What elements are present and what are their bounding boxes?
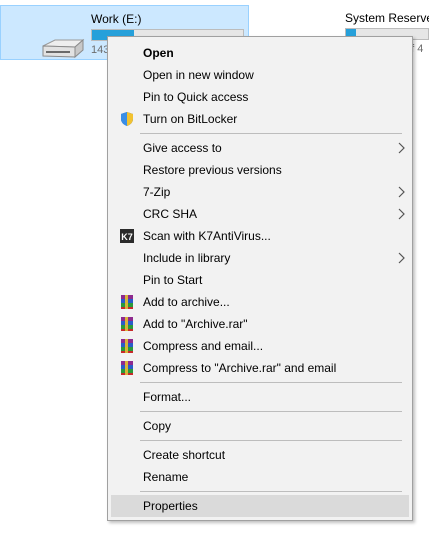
- menu-item-give-access-to[interactable]: Give access to: [111, 137, 409, 159]
- chevron-right-icon: [398, 186, 405, 198]
- menu-item-label: Restore previous versions: [143, 163, 282, 177]
- menu-item-label: Add to archive...: [143, 295, 230, 309]
- menu-item-label: Open: [143, 46, 174, 60]
- menu-item-7zip[interactable]: 7-Zip: [111, 181, 409, 203]
- menu-separator: [140, 491, 402, 492]
- menu-item-turn-on-bitlocker[interactable]: Turn on BitLocker: [111, 108, 409, 130]
- menu-item-include-in-library[interactable]: Include in library: [111, 247, 409, 269]
- chevron-right-icon: [398, 208, 405, 220]
- menu-item-label: Add to "Archive.rar": [143, 317, 248, 331]
- menu-item-compress-and-email[interactable]: Compress and email...: [111, 335, 409, 357]
- menu-item-label: Scan with K7AntiVirus...: [143, 229, 271, 243]
- menu-separator: [140, 411, 402, 412]
- menu-separator: [140, 133, 402, 134]
- k7-icon: K7: [120, 229, 134, 243]
- winrar-icon: [121, 295, 133, 309]
- menu-item-pin-to-start[interactable]: Pin to Start: [111, 269, 409, 291]
- menu-item-open-new-window[interactable]: Open in new window: [111, 64, 409, 86]
- chevron-right-icon: [398, 252, 405, 264]
- uac-shield-icon: [121, 112, 133, 126]
- menu-item-pin-quick-access[interactable]: Pin to Quick access: [111, 86, 409, 108]
- menu-item-add-to-archive-rar[interactable]: Add to "Archive.rar": [111, 313, 409, 335]
- drive-name: Work (E:): [91, 12, 142, 26]
- menu-item-copy[interactable]: Copy: [111, 415, 409, 437]
- menu-separator: [140, 440, 402, 441]
- menu-item-rename[interactable]: Rename: [111, 466, 409, 488]
- winrar-icon: [121, 339, 133, 353]
- menu-item-label: Properties: [143, 499, 198, 513]
- menu-item-open[interactable]: Open: [111, 42, 409, 64]
- menu-item-label: Rename: [143, 470, 189, 484]
- menu-item-compress-to-archive-rar-email[interactable]: Compress to "Archive.rar" and email: [111, 357, 409, 379]
- chevron-right-icon: [398, 142, 405, 154]
- menu-item-label: Compress to "Archive.rar" and email: [143, 361, 337, 375]
- menu-item-label: Turn on BitLocker: [143, 112, 238, 126]
- menu-item-label: Pin to Quick access: [143, 90, 249, 104]
- winrar-icon: [121, 317, 133, 331]
- menu-item-add-to-archive[interactable]: Add to archive...: [111, 291, 409, 313]
- menu-item-label: CRC SHA: [143, 207, 198, 221]
- menu-item-format[interactable]: Format...: [111, 386, 409, 408]
- menu-item-label: Create shortcut: [143, 448, 226, 462]
- menu-item-crc-sha[interactable]: CRC SHA: [111, 203, 409, 225]
- drive-name: System Reserved: [345, 11, 429, 25]
- menu-item-label: Copy: [143, 419, 172, 433]
- menu-item-scan-k7[interactable]: K7 Scan with K7AntiVirus...: [111, 225, 409, 247]
- hard-drive-icon: [42, 38, 85, 59]
- menu-item-label: 7-Zip: [143, 185, 171, 199]
- menu-item-label: Pin to Start: [143, 273, 203, 287]
- menu-item-label: Compress and email...: [143, 339, 264, 353]
- menu-item-label: Format...: [143, 390, 192, 404]
- menu-separator: [140, 382, 402, 383]
- svg-text:K7: K7: [121, 232, 133, 242]
- menu-item-create-shortcut[interactable]: Create shortcut: [111, 444, 409, 466]
- menu-item-properties[interactable]: Properties: [111, 495, 409, 517]
- winrar-icon: [121, 361, 133, 375]
- context-menu: Open Open in new window Pin to Quick acc…: [107, 36, 413, 521]
- menu-item-label: Open in new window: [143, 68, 254, 82]
- menu-item-restore-previous-versions[interactable]: Restore previous versions: [111, 159, 409, 181]
- menu-item-label: Include in library: [143, 251, 231, 265]
- menu-item-label: Give access to: [143, 141, 222, 155]
